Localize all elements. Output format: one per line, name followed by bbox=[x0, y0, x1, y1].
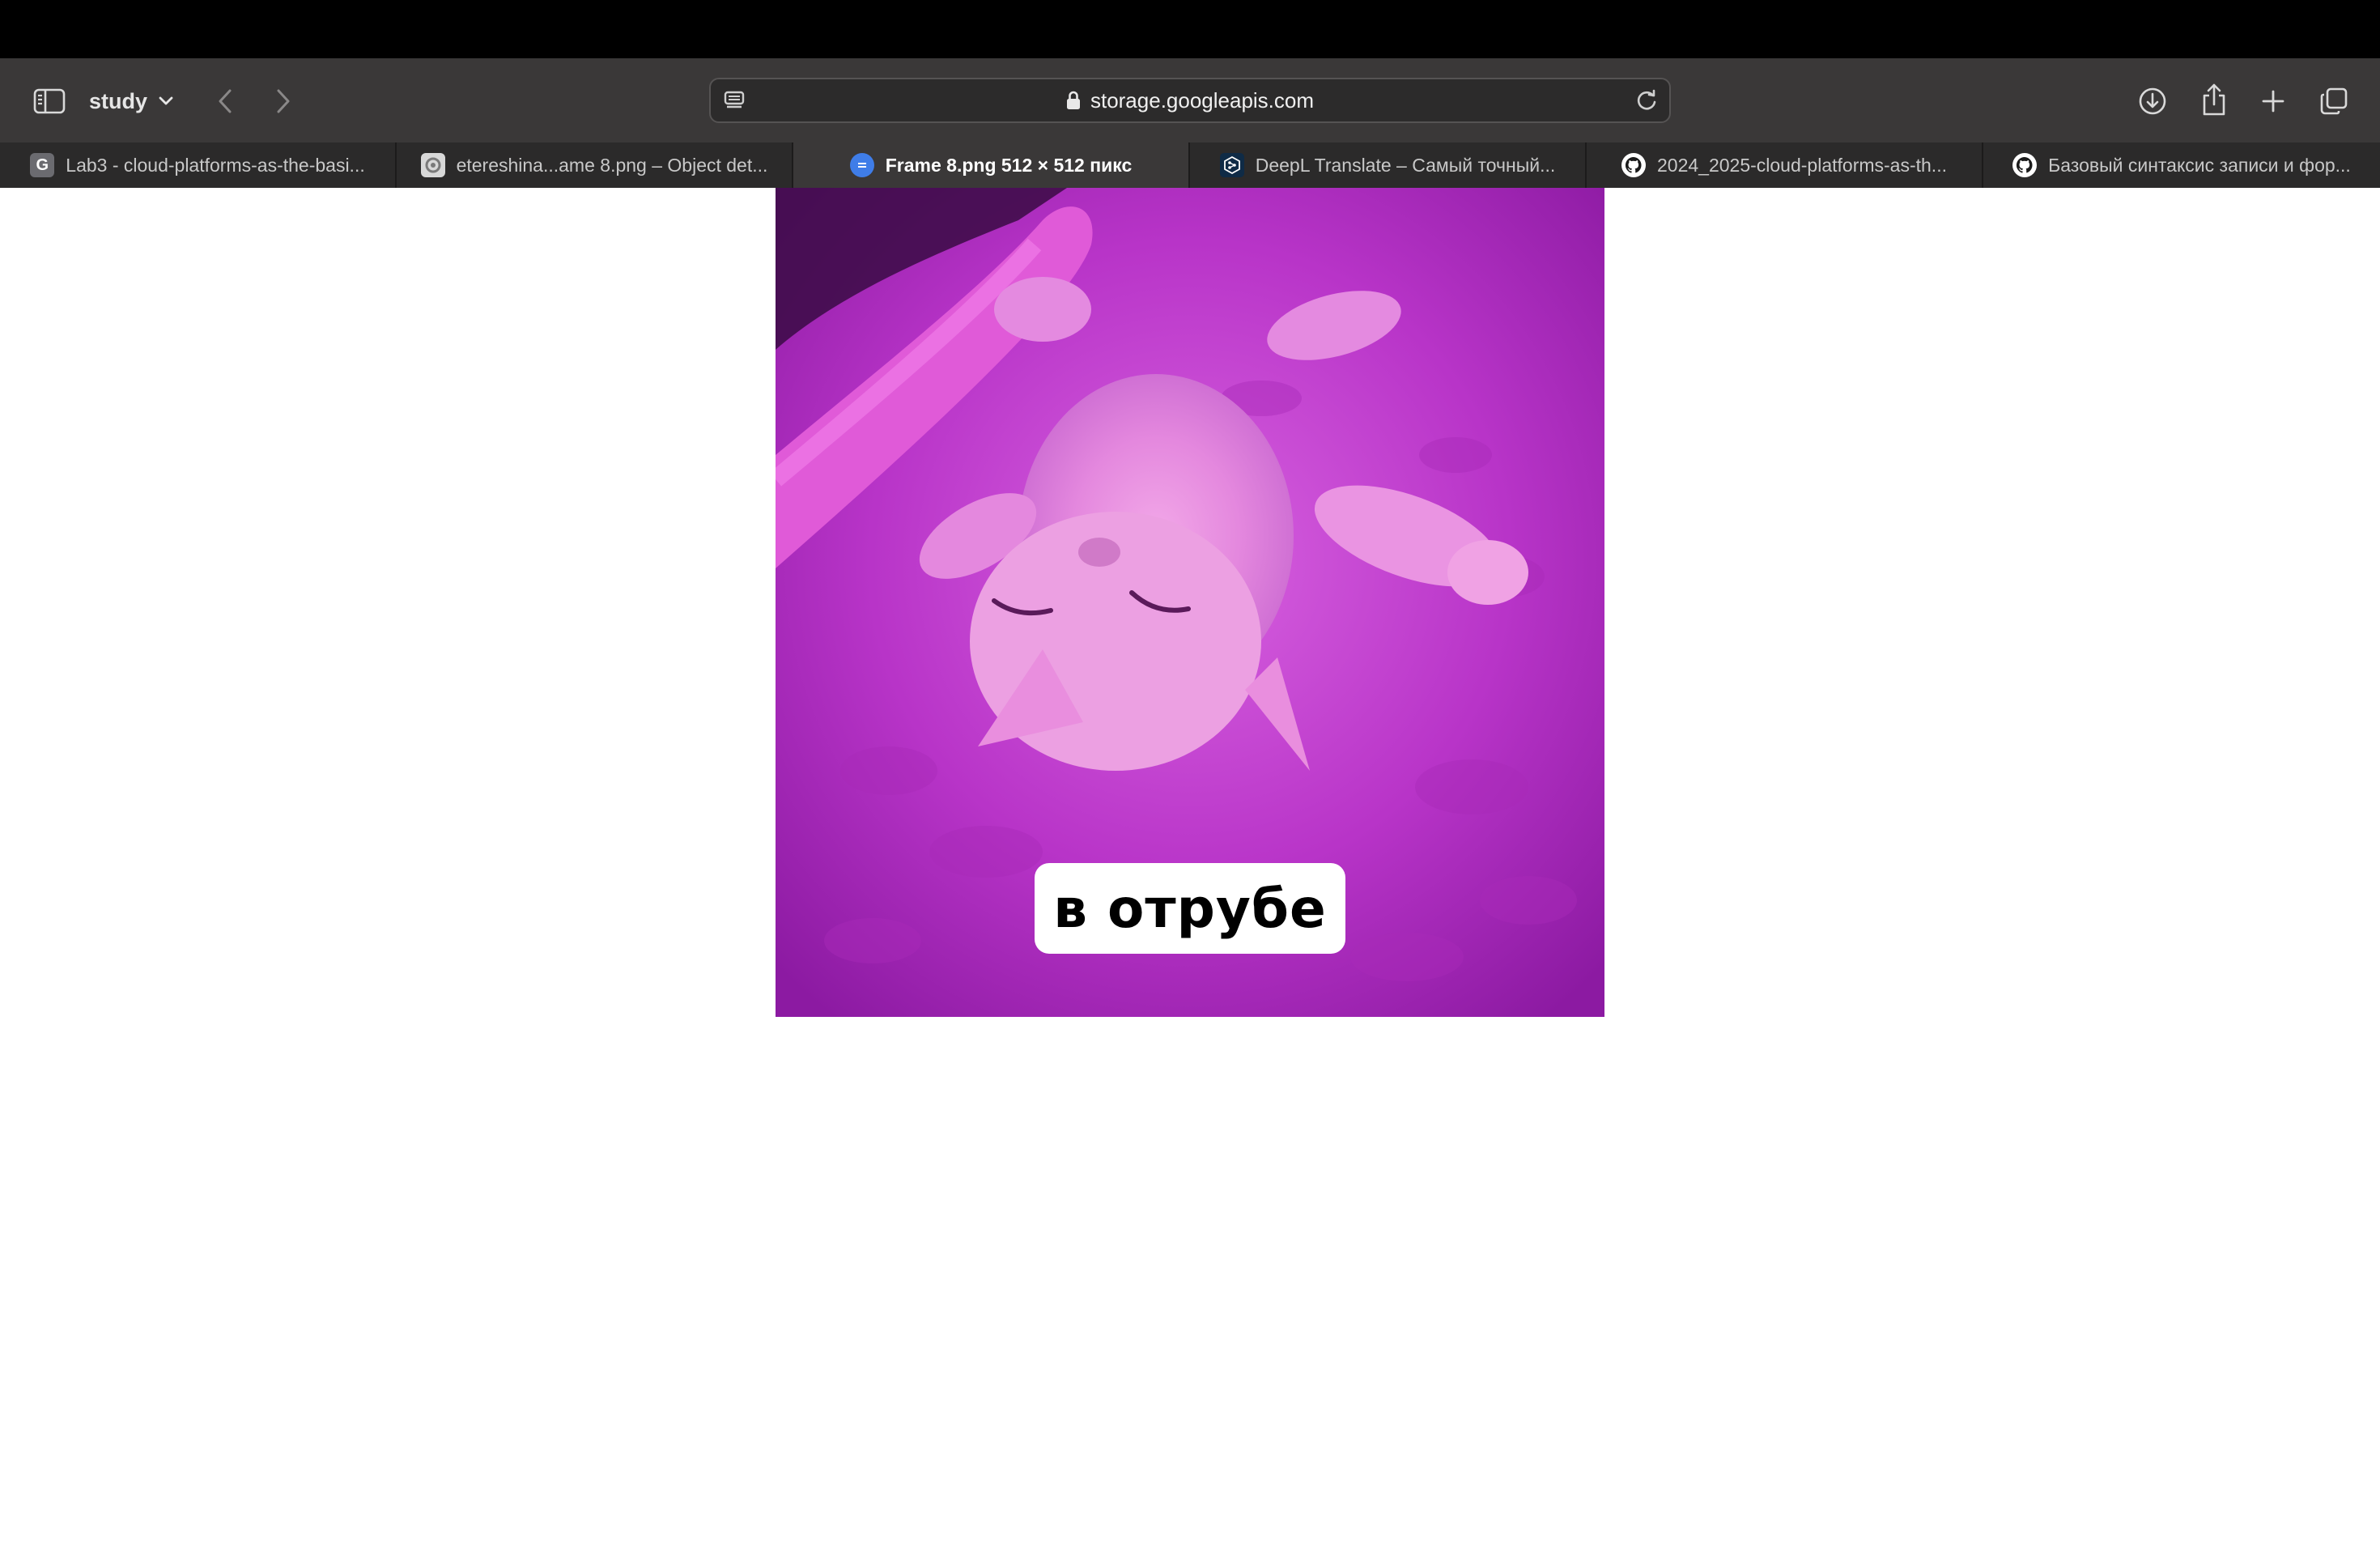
download-icon bbox=[2139, 87, 2166, 115]
new-tab-button[interactable] bbox=[2255, 83, 2292, 120]
tab-label: Lab3 - cloud-platforms-as-the-basi... bbox=[66, 154, 365, 176]
chevron-down-icon bbox=[159, 96, 173, 105]
reload-icon bbox=[1637, 89, 1656, 110]
tab-frame8-image[interactable]: Frame 8.png 512 × 512 пикс bbox=[793, 142, 1190, 188]
cloud-storage-icon bbox=[849, 153, 874, 177]
system-menu-bar bbox=[0, 0, 2380, 58]
downloads-button[interactable] bbox=[2134, 83, 2171, 120]
tab-object-details[interactable]: etereshina...ame 8.png – Object det... bbox=[397, 142, 793, 188]
chevron-right-icon bbox=[277, 89, 290, 113]
tab-label: etereshina...ame 8.png – Object det... bbox=[456, 154, 768, 176]
tab-label: 2024_2025-cloud-platforms-as-th... bbox=[1657, 154, 1947, 176]
profile-name: study bbox=[89, 88, 148, 113]
tab-overview-button[interactable] bbox=[2315, 83, 2352, 120]
chevron-left-icon bbox=[219, 89, 232, 113]
profile-selector[interactable]: study bbox=[89, 83, 173, 120]
tab-github-repo[interactable]: 2024_2025-cloud-platforms-as-th... bbox=[1587, 142, 1983, 188]
github-icon bbox=[2012, 153, 2038, 177]
share-icon bbox=[2203, 83, 2225, 116]
tab-label: Frame 8.png 512 × 512 пикс bbox=[885, 154, 1133, 176]
lock-icon bbox=[1066, 91, 1080, 109]
tab-deepl[interactable]: DeepL Translate – Самый точный... bbox=[1190, 142, 1587, 188]
tab-overview-icon bbox=[2320, 87, 2348, 115]
page-content: в отрубе bbox=[0, 188, 2380, 1548]
google-cloud-icon bbox=[420, 153, 445, 177]
reload-button[interactable] bbox=[1634, 87, 1660, 113]
forward-button[interactable] bbox=[267, 83, 300, 120]
url-text: storage.googleapis.com bbox=[1090, 87, 1315, 113]
tab-bar: G Lab3 - cloud-platforms-as-the-basi... … bbox=[0, 142, 2380, 188]
sidebar-icon bbox=[33, 88, 66, 114]
share-button[interactable] bbox=[2195, 79, 2233, 120]
browser-toolbar: study storage.googleapis.com bbox=[0, 58, 2380, 142]
address-bar[interactable]: storage.googleapis.com bbox=[709, 78, 1671, 123]
g-letter-icon: G bbox=[30, 153, 55, 177]
tab-lab3[interactable]: G Lab3 - cloud-platforms-as-the-basi... bbox=[0, 142, 397, 188]
displayed-image: в отрубе bbox=[776, 188, 1604, 1017]
sidebar-toggle-button[interactable] bbox=[31, 83, 68, 120]
deepl-icon bbox=[1219, 153, 1244, 177]
tab-label: DeepL Translate – Самый точный... bbox=[1255, 154, 1556, 176]
github-icon bbox=[1621, 153, 1646, 177]
back-button[interactable] bbox=[209, 83, 241, 120]
tab-github-syntax[interactable]: Базовый синтаксис записи и фор... bbox=[1983, 142, 2380, 188]
plus-icon bbox=[2262, 90, 2284, 113]
tab-label: Базовый синтаксис записи и фор... bbox=[2048, 154, 2351, 176]
image-caption: в отрубе bbox=[1035, 863, 1345, 954]
